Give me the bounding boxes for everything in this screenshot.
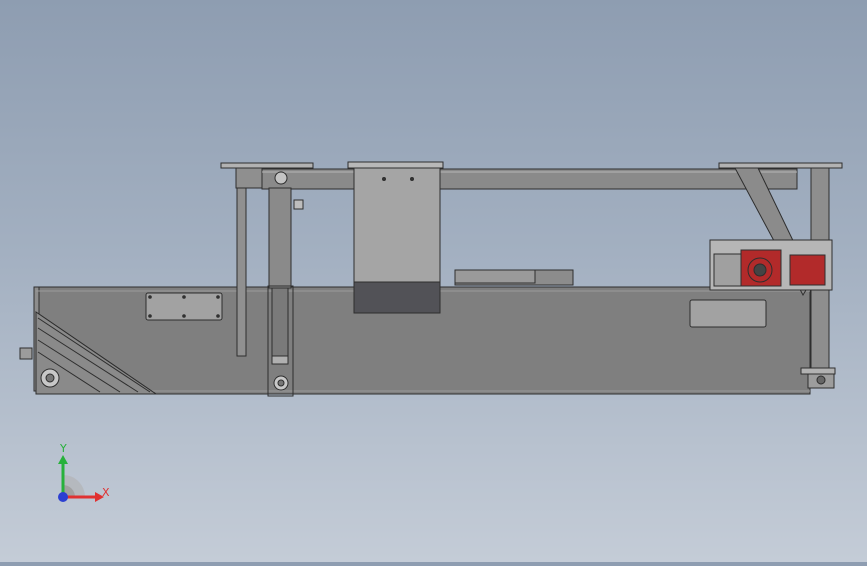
access-panel-right xyxy=(689,299,767,328)
z-axis-dot xyxy=(58,492,68,502)
hopper-shutter xyxy=(353,281,441,314)
cad-viewport[interactable]: Y X xyxy=(0,0,867,562)
left-support-leg xyxy=(236,187,247,357)
hopper-box xyxy=(347,161,444,283)
top-plate-right xyxy=(718,162,843,169)
x-axis-label: X xyxy=(102,486,110,499)
motor-housing xyxy=(709,239,833,291)
model-canvas[interactable] xyxy=(0,0,867,562)
y-axis-label: Y xyxy=(60,442,67,455)
drive-wheel-left xyxy=(40,368,60,388)
orientation-triad xyxy=(58,455,104,502)
access-panel-left xyxy=(145,292,223,321)
side-bolt xyxy=(19,347,33,360)
